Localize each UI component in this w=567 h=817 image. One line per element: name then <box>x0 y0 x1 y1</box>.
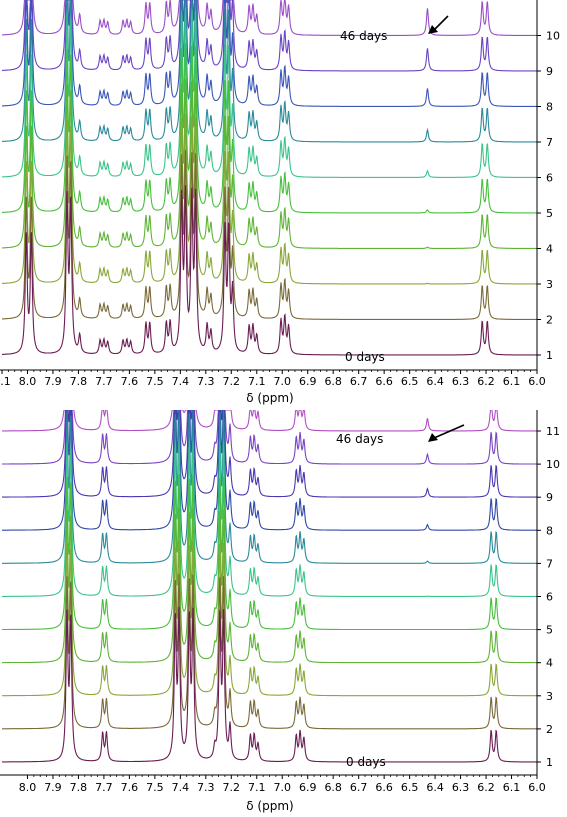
x-tick-label: 7.6 <box>121 781 139 794</box>
x-tick-label: 7.7 <box>95 781 113 794</box>
y-tick-label: 3 <box>546 690 553 703</box>
x-tick-label: 6.5 <box>401 781 419 794</box>
spectrum-trace-2 <box>2 149 537 320</box>
x-tick-label: 6.5 <box>401 375 419 388</box>
x-tick-label: 8.1 <box>0 375 11 388</box>
x-tick-label: 7.4 <box>172 375 190 388</box>
x-tick-label: 7.2 <box>223 781 241 794</box>
x-tick-label: 7.9 <box>44 781 62 794</box>
x-tick-label: 7.7 <box>95 375 113 388</box>
spectrum-trace-7 <box>2 409 537 564</box>
top-annotation-label: 46 days <box>336 432 383 446</box>
x-tick-label: 6.7 <box>350 781 368 794</box>
y-tick-label: 9 <box>546 65 553 78</box>
x-tick-label: 6.3 <box>452 375 470 388</box>
y-tick-label: 8 <box>546 101 553 114</box>
y-tick-label: 10 <box>546 458 560 471</box>
spectrum-trace-2 <box>2 573 537 730</box>
x-tick-label: 6.9 <box>299 781 317 794</box>
y-tick-label: 8 <box>546 524 553 537</box>
nmr-panel-top: 8.1 8.0 7.9 7.8 7.7 7.6 7.5 7.4 7.3 7.2 7.1 7.0 6.9 6… <box>0 0 567 410</box>
spectrum-trace-5 <box>2 43 537 214</box>
x-tick-label: 7.4 <box>172 781 190 794</box>
spectrum-trace-6 <box>2 441 537 597</box>
x-tick-label: 6.0 <box>528 781 546 794</box>
spectrum-trace-3 <box>2 540 537 697</box>
y-tick-label: 7 <box>546 557 553 570</box>
spectrum-trace-4 <box>2 78 537 249</box>
y-tick-label: 10 <box>546 30 560 43</box>
x-tick-label: 6.4 <box>426 781 444 794</box>
x-tick-label: 6.0 <box>528 375 546 388</box>
x-tick-label: 6.8 <box>324 781 342 794</box>
x-tick-label: 7.6 <box>121 375 139 388</box>
y-tick-label: 2 <box>546 314 553 327</box>
y-tick-label: 11 <box>546 425 560 438</box>
spectrum-trace-5 <box>2 474 537 631</box>
spectrum-trace-4 <box>2 507 537 664</box>
y-tick-label: 2 <box>546 723 553 736</box>
x-tick-label: 7.5 <box>146 375 164 388</box>
arrow-line <box>433 15 449 31</box>
nmr-panel-bottom: 8.0 7.9 7.8 7.7 7.6 7.5 7.4 7.3 7.2 7.1 7.0 6.9 6.8 6… <box>0 409 567 813</box>
y-tick-label: 4 <box>546 657 553 670</box>
nmr-spectra-stack-bottom: 8.0 7.9 7.8 7.7 7.6 7.5 7.4 7.3 7.2 7.1 7.0 6.9 6.8 6… <box>0 409 560 813</box>
x-axis-label: δ (ppm) <box>246 799 293 813</box>
spectrum-trace-1 <box>2 606 537 763</box>
y-tick-label: 4 <box>546 243 553 256</box>
spectrum-trace-10 <box>2 409 537 465</box>
x-tick-label: 6.4 <box>426 375 444 388</box>
y-tick-label: 3 <box>546 278 553 291</box>
bottom-annotation-label: 0 days <box>346 755 386 769</box>
x-tick-label: 7.1 <box>248 375 266 388</box>
spectrum-trace-3 <box>2 114 537 285</box>
y-tick-label: 1 <box>546 349 553 362</box>
y-tick-label: 5 <box>546 207 553 220</box>
x-tick-label: 7.1 <box>248 781 266 794</box>
y-tick-label: 6 <box>546 591 553 604</box>
top-annotation-label: 46 days <box>340 29 387 43</box>
y-tick-label: 7 <box>546 136 553 149</box>
x-tick-label: 6.2 <box>477 781 495 794</box>
x-tick-label: 6.7 <box>350 375 368 388</box>
x-tick-label: 6.8 <box>324 375 342 388</box>
x-tick-label: 6.1 <box>503 375 521 388</box>
y-tick-label: 6 <box>546 172 553 185</box>
y-tick-label: 9 <box>546 491 553 504</box>
bottom-annotation-label: 0 days <box>345 350 385 364</box>
x-tick-label: 7.0 <box>273 781 291 794</box>
x-tick-label: 8.0 <box>19 375 37 388</box>
x-tick-label: 7.8 <box>70 375 88 388</box>
x-tick-label: 7.8 <box>70 781 88 794</box>
x-tick-label: 6.3 <box>452 781 470 794</box>
x-tick-label: 7.9 <box>44 375 62 388</box>
y-tick-label: 5 <box>546 624 553 637</box>
spectrum-trace-8 <box>2 0 537 107</box>
x-axis-label: δ (ppm) <box>246 391 293 405</box>
x-tick-label: 7.3 <box>197 375 215 388</box>
x-tick-label: 6.9 <box>299 375 317 388</box>
x-tick-label: 7.0 <box>273 375 291 388</box>
x-tick-label: 6.6 <box>375 781 393 794</box>
arrow-line <box>433 424 465 439</box>
x-tick-label: 6.6 <box>375 375 393 388</box>
nmr-spectra-stack-top: 8.1 8.0 7.9 7.8 7.7 7.6 7.5 7.4 7.3 7.2 7.1 7.0 6.9 6… <box>0 0 560 405</box>
x-tick-label: 6.1 <box>503 781 521 794</box>
spectrum-trace-6 <box>2 7 537 178</box>
spectrum-trace-10 <box>2 0 537 36</box>
x-tick-label: 8.0 <box>19 781 37 794</box>
spectrum-trace-1 <box>2 185 537 356</box>
x-tick-label: 6.2 <box>477 375 495 388</box>
x-tick-label: 7.2 <box>223 375 241 388</box>
y-tick-label: 1 <box>546 756 553 769</box>
spectrum-trace-9 <box>2 409 537 498</box>
x-tick-label: 7.5 <box>146 781 164 794</box>
x-tick-label: 7.3 <box>197 781 215 794</box>
